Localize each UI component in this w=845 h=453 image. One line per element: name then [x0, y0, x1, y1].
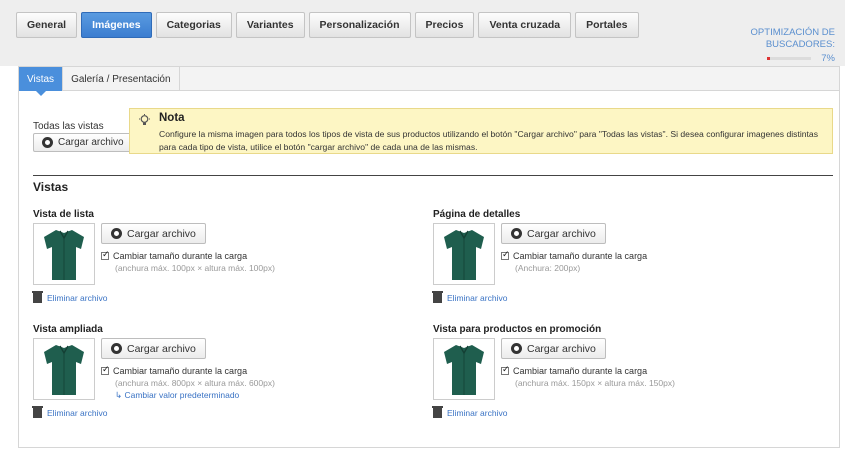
seo-row: 7%	[735, 53, 835, 64]
size-hint: (anchura máx. 150px × altura máx. 150px)	[515, 378, 675, 388]
resize-label: Cambiar tamaño durante la carga	[513, 366, 648, 376]
resize-checkbox-details[interactable]: Cambiar tamaño durante la carga	[501, 249, 648, 261]
checkbox-icon[interactable]	[501, 364, 510, 375]
checkbox-icon[interactable]	[101, 249, 110, 260]
upload-icon	[511, 343, 522, 354]
seo-progress-fill	[767, 57, 771, 60]
delete-file-list-link[interactable]: Eliminar archivo	[32, 291, 108, 303]
main-tabs: General Imágenes Categorias Variantes Pe…	[16, 12, 639, 38]
upload-details-button[interactable]: Cargar archivo	[501, 223, 606, 244]
delete-label: Eliminar archivo	[447, 408, 508, 418]
seo-progress-bar	[767, 57, 812, 60]
seo-percent: 7%	[821, 53, 835, 64]
resize-label: Cambiar tamaño durante la carga	[113, 366, 248, 376]
resize-checkbox-zoom[interactable]: Cambiar tamaño durante la carga	[101, 364, 248, 376]
tab-precios[interactable]: Precios	[414, 12, 475, 38]
note-title: Nota	[159, 112, 185, 124]
upload-icon	[111, 228, 122, 239]
shirt-image	[44, 230, 84, 280]
delete-label: Eliminar archivo	[47, 408, 108, 418]
resize-label: Cambiar tamaño durante la carga	[513, 251, 648, 261]
note-text: Configure la misma imagen para todos los…	[159, 129, 818, 152]
tab-portales[interactable]: Portales	[575, 12, 639, 38]
product-thumbnail	[433, 223, 495, 285]
upload-icon	[111, 343, 122, 354]
seo-indicator: OPTIMIZACIÓN DE BUSCADORES: 7%	[735, 27, 835, 64]
product-thumbnail	[433, 338, 495, 400]
view-details-title: Página de detalles	[433, 209, 521, 220]
size-hint: (anchura máx. 100px × altura máx. 100px)	[115, 263, 275, 273]
product-thumbnail	[33, 223, 95, 285]
delete-file-details-link[interactable]: Eliminar archivo	[432, 291, 508, 303]
upload-icon	[42, 137, 53, 148]
trash-icon	[32, 291, 43, 303]
delete-file-zoom-link[interactable]: Eliminar archivo	[32, 406, 108, 418]
tab-imagenes[interactable]: Imágenes	[81, 12, 152, 38]
shirt-image	[444, 345, 484, 395]
checkbox-icon[interactable]	[101, 364, 110, 375]
upload-all-button[interactable]: Cargar archivo	[33, 133, 133, 152]
delete-file-promo-link[interactable]: Eliminar archivo	[432, 406, 508, 418]
tab-categorias[interactable]: Categorias	[155, 12, 232, 38]
resize-label: Cambiar tamaño durante la carga	[113, 251, 248, 261]
subtab-galeria[interactable]: Galería / Presentación	[63, 67, 180, 91]
upload-list-label: Cargar archivo	[127, 227, 196, 240]
lightbulb-icon	[139, 114, 150, 125]
upload-zoom-label: Cargar archivo	[127, 342, 196, 355]
tab-variantes[interactable]: Variantes	[235, 12, 305, 38]
upload-promo-button[interactable]: Cargar archivo	[501, 338, 606, 359]
tab-venta-cruzada[interactable]: Venta cruzada	[478, 12, 572, 38]
checkbox-icon[interactable]	[501, 249, 510, 260]
change-default-link[interactable]: ↳ Cambiar valor predeterminado	[115, 390, 239, 401]
section-divider	[33, 175, 833, 176]
view-zoom: Vista ampliada Cargar archivo Cambiar ta…	[32, 324, 413, 424]
upload-details-label: Cargar archivo	[527, 227, 596, 240]
shirt-image	[44, 345, 84, 395]
upload-all-label: Cargar archivo	[58, 137, 124, 148]
top-tab-bar: General Imágenes Categorias Variantes Pe…	[0, 0, 845, 66]
product-thumbnail	[33, 338, 95, 400]
all-views-label: Todas las vistas	[33, 121, 104, 132]
trash-icon	[432, 291, 443, 303]
section-title: Vistas	[33, 180, 69, 194]
tab-general[interactable]: General	[16, 12, 78, 38]
seo-title: OPTIMIZACIÓN DE BUSCADORES:	[750, 27, 835, 50]
view-promo-title: Vista para productos en promoción	[433, 324, 602, 335]
view-promo: Vista para productos en promoción Cargar…	[432, 324, 823, 424]
upload-icon	[511, 228, 522, 239]
trash-icon	[32, 406, 43, 418]
images-panel: Vistas Galería / Presentación Todas las …	[18, 66, 840, 448]
size-hint: (anchura máx. 800px × altura máx. 600px)	[115, 378, 275, 388]
note-box: Nota Configure la misma imagen para todo…	[129, 108, 833, 154]
size-hint: (Anchura: 200px)	[515, 263, 581, 273]
resize-checkbox-list[interactable]: Cambiar tamaño durante la carga	[101, 249, 248, 261]
view-list-title: Vista de lista	[33, 209, 94, 220]
view-zoom-title: Vista ampliada	[33, 324, 103, 335]
resize-checkbox-promo[interactable]: Cambiar tamaño durante la carga	[501, 364, 648, 376]
trash-icon	[432, 406, 443, 418]
shirt-image	[444, 230, 484, 280]
upload-list-button[interactable]: Cargar archivo	[101, 223, 206, 244]
subtab-vistas[interactable]: Vistas	[19, 67, 64, 96]
tab-personalizacion[interactable]: Personalización	[308, 12, 411, 38]
view-details: Página de detalles Cargar archivo Cambia…	[432, 209, 813, 309]
view-list: Vista de lista Cargar archivo Cambiar ta…	[32, 209, 413, 309]
sub-tabs: Vistas Galería / Presentación	[19, 67, 839, 96]
upload-promo-label: Cargar archivo	[527, 342, 596, 355]
upload-zoom-button[interactable]: Cargar archivo	[101, 338, 206, 359]
delete-label: Eliminar archivo	[447, 293, 508, 303]
delete-label: Eliminar archivo	[47, 293, 108, 303]
